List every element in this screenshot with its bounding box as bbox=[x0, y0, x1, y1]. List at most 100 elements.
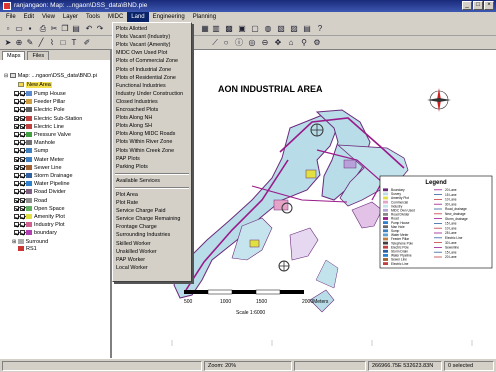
menu-item[interactable]: Plots of Residential Zone bbox=[115, 74, 189, 82]
layer-visibility-checkbox[interactable] bbox=[14, 99, 19, 105]
label-icon[interactable]: ⌂ bbox=[286, 38, 296, 48]
table-icon[interactable]: ▦ bbox=[200, 24, 210, 34]
chart-icon[interactable]: ▥ bbox=[211, 24, 221, 34]
new-icon[interactable]: ▫ bbox=[3, 24, 13, 34]
layer-visibility-checkbox[interactable] bbox=[14, 107, 19, 113]
menu-item[interactable]: Parking Plots bbox=[115, 163, 189, 171]
zoom-out-icon[interactable]: ⊖ bbox=[260, 38, 270, 48]
tab-maps[interactable]: Maps bbox=[2, 51, 26, 60]
layer-visibility-checkbox[interactable] bbox=[14, 132, 19, 138]
layer-select-checkbox[interactable] bbox=[20, 99, 25, 105]
minimize-button[interactable]: _ bbox=[462, 1, 472, 10]
menu-item[interactable]: PAP Worker bbox=[115, 256, 189, 264]
polyline-icon[interactable]: ⌇ bbox=[47, 38, 57, 48]
tree-rs1[interactable]: RS1 bbox=[18, 245, 37, 254]
paste-icon[interactable]: ▤ bbox=[71, 24, 81, 34]
layer-select-checkbox[interactable] bbox=[20, 205, 25, 211]
layer-visibility-checkbox[interactable] bbox=[14, 164, 19, 170]
layer-visibility-checkbox[interactable] bbox=[14, 156, 19, 162]
layer-visibility-checkbox[interactable] bbox=[14, 181, 19, 187]
zoom-in-icon[interactable]: ⊕ bbox=[14, 38, 24, 48]
help-icon[interactable]: ? bbox=[315, 24, 325, 34]
copy-icon[interactable]: ❐ bbox=[60, 24, 70, 34]
layer-select-checkbox[interactable] bbox=[20, 197, 25, 203]
tree-selected-layer[interactable]: New Area bbox=[18, 81, 52, 90]
layer-visibility-checkbox[interactable] bbox=[14, 123, 19, 129]
menu-item[interactable]: Service Charge Paid bbox=[115, 207, 189, 215]
layer-select-checkbox[interactable] bbox=[20, 91, 25, 97]
line-icon[interactable]: ╱ bbox=[36, 38, 46, 48]
save-icon[interactable]: ▪ bbox=[25, 24, 35, 34]
layer-select-checkbox[interactable] bbox=[20, 148, 25, 154]
brush-icon[interactable]: ✐ bbox=[82, 38, 92, 48]
menu-item[interactable]: Local Worker bbox=[115, 264, 189, 272]
menu-land[interactable]: Land bbox=[127, 12, 149, 22]
cascade-icon[interactable]: ▨ bbox=[289, 24, 299, 34]
layout-icon[interactable]: ▣ bbox=[237, 24, 247, 34]
layer-visibility-checkbox[interactable] bbox=[14, 173, 19, 179]
layer-visibility-checkbox[interactable] bbox=[14, 115, 19, 121]
menu-tools[interactable]: Tools bbox=[82, 12, 104, 22]
open-icon[interactable]: ▭ bbox=[14, 24, 24, 34]
layer-select-checkbox[interactable] bbox=[20, 140, 25, 146]
layer-select-checkbox[interactable] bbox=[20, 173, 25, 179]
menu-item[interactable]: Plot Rate bbox=[115, 199, 189, 207]
globe-icon[interactable]: ◍ bbox=[263, 24, 273, 34]
menu-file[interactable]: File bbox=[2, 12, 20, 22]
layer-select-checkbox[interactable] bbox=[20, 132, 25, 138]
layer-visibility-checkbox[interactable] bbox=[14, 140, 19, 146]
rectangle-icon[interactable]: □ bbox=[58, 38, 68, 48]
menu-item[interactable]: Plot Area bbox=[115, 191, 189, 199]
menu-item[interactable]: MIDC Own Used Plot bbox=[115, 49, 189, 57]
layer-visibility-checkbox[interactable] bbox=[14, 205, 19, 211]
menu-view[interactable]: View bbox=[38, 12, 59, 22]
menu-item[interactable]: Skilled Worker bbox=[115, 240, 189, 248]
menu-item[interactable]: Plots Along SH bbox=[115, 122, 189, 130]
layer-visibility-checkbox[interactable] bbox=[14, 230, 19, 236]
cut-icon[interactable]: ✂ bbox=[49, 24, 59, 34]
close-button[interactable]: × bbox=[484, 1, 494, 10]
menu-edit[interactable]: Edit bbox=[20, 12, 38, 22]
layer-visibility-checkbox[interactable] bbox=[14, 222, 19, 228]
pan-icon[interactable]: ✥ bbox=[273, 38, 283, 48]
menu-item[interactable]: Plots Vacant (Amenity) bbox=[115, 41, 189, 49]
circle-icon[interactable]: ○ bbox=[221, 38, 231, 48]
layer-select-checkbox[interactable] bbox=[20, 107, 25, 113]
layer-select-checkbox[interactable] bbox=[20, 115, 25, 121]
pointer-icon[interactable]: ➤ bbox=[3, 38, 13, 48]
menu-item[interactable]: Plots Within River Zone bbox=[115, 138, 189, 146]
menu-layer[interactable]: Layer bbox=[59, 12, 82, 22]
tile-icon[interactable]: ▧ bbox=[276, 24, 286, 34]
menu-item[interactable]: Plots of Commercial Zone bbox=[115, 57, 189, 65]
menu-item[interactable]: Plots Vacant (Industry) bbox=[115, 33, 189, 41]
layer-visibility-checkbox[interactable] bbox=[14, 214, 19, 220]
menu-item[interactable]: Service Charge Remaining bbox=[115, 215, 189, 223]
properties-icon[interactable]: ▤ bbox=[302, 24, 312, 34]
layer-select-checkbox[interactable] bbox=[20, 222, 25, 228]
menu-item[interactable]: Functional Industries bbox=[115, 82, 189, 90]
menu-item[interactable]: PAP Plots bbox=[115, 155, 189, 163]
layer-select-checkbox[interactable] bbox=[20, 164, 25, 170]
redo-icon[interactable]: ↷ bbox=[95, 24, 105, 34]
tree-root[interactable]: ⊟ Map: ...ngaon\DSS_data\BND.pi bbox=[4, 72, 97, 81]
select-circle-icon[interactable]: ◎ bbox=[247, 38, 257, 48]
menu-item[interactable]: Plots Along MIDC Roads bbox=[115, 130, 189, 138]
layer-select-checkbox[interactable] bbox=[20, 181, 25, 187]
menu-item[interactable]: Plots Allotted bbox=[115, 25, 189, 33]
menu-item[interactable]: Available Services bbox=[115, 177, 189, 185]
menu-item[interactable]: Industry Under Construction bbox=[115, 90, 189, 98]
layer-visibility-checkbox[interactable] bbox=[14, 148, 19, 154]
menu-engineering[interactable]: Engineering bbox=[149, 12, 189, 22]
layer-select-checkbox[interactable] bbox=[20, 156, 25, 162]
menu-item[interactable]: Closed Industries bbox=[115, 98, 189, 106]
print-icon[interactable]: ⎙ bbox=[38, 24, 48, 34]
undo-icon[interactable]: ↶ bbox=[84, 24, 94, 34]
pencil-icon[interactable]: ✎ bbox=[25, 38, 35, 48]
layer-visibility-checkbox[interactable] bbox=[14, 91, 19, 97]
settings-icon[interactable]: ⚙ bbox=[312, 38, 322, 48]
tab-files[interactable]: Files bbox=[27, 51, 50, 60]
menu-midc[interactable]: MIDC bbox=[104, 12, 127, 22]
layer-visibility-checkbox[interactable] bbox=[14, 197, 19, 203]
menu-item[interactable]: Plots of Industrial Zone bbox=[115, 66, 189, 74]
menu-item[interactable]: Unskilled Worker bbox=[115, 248, 189, 256]
